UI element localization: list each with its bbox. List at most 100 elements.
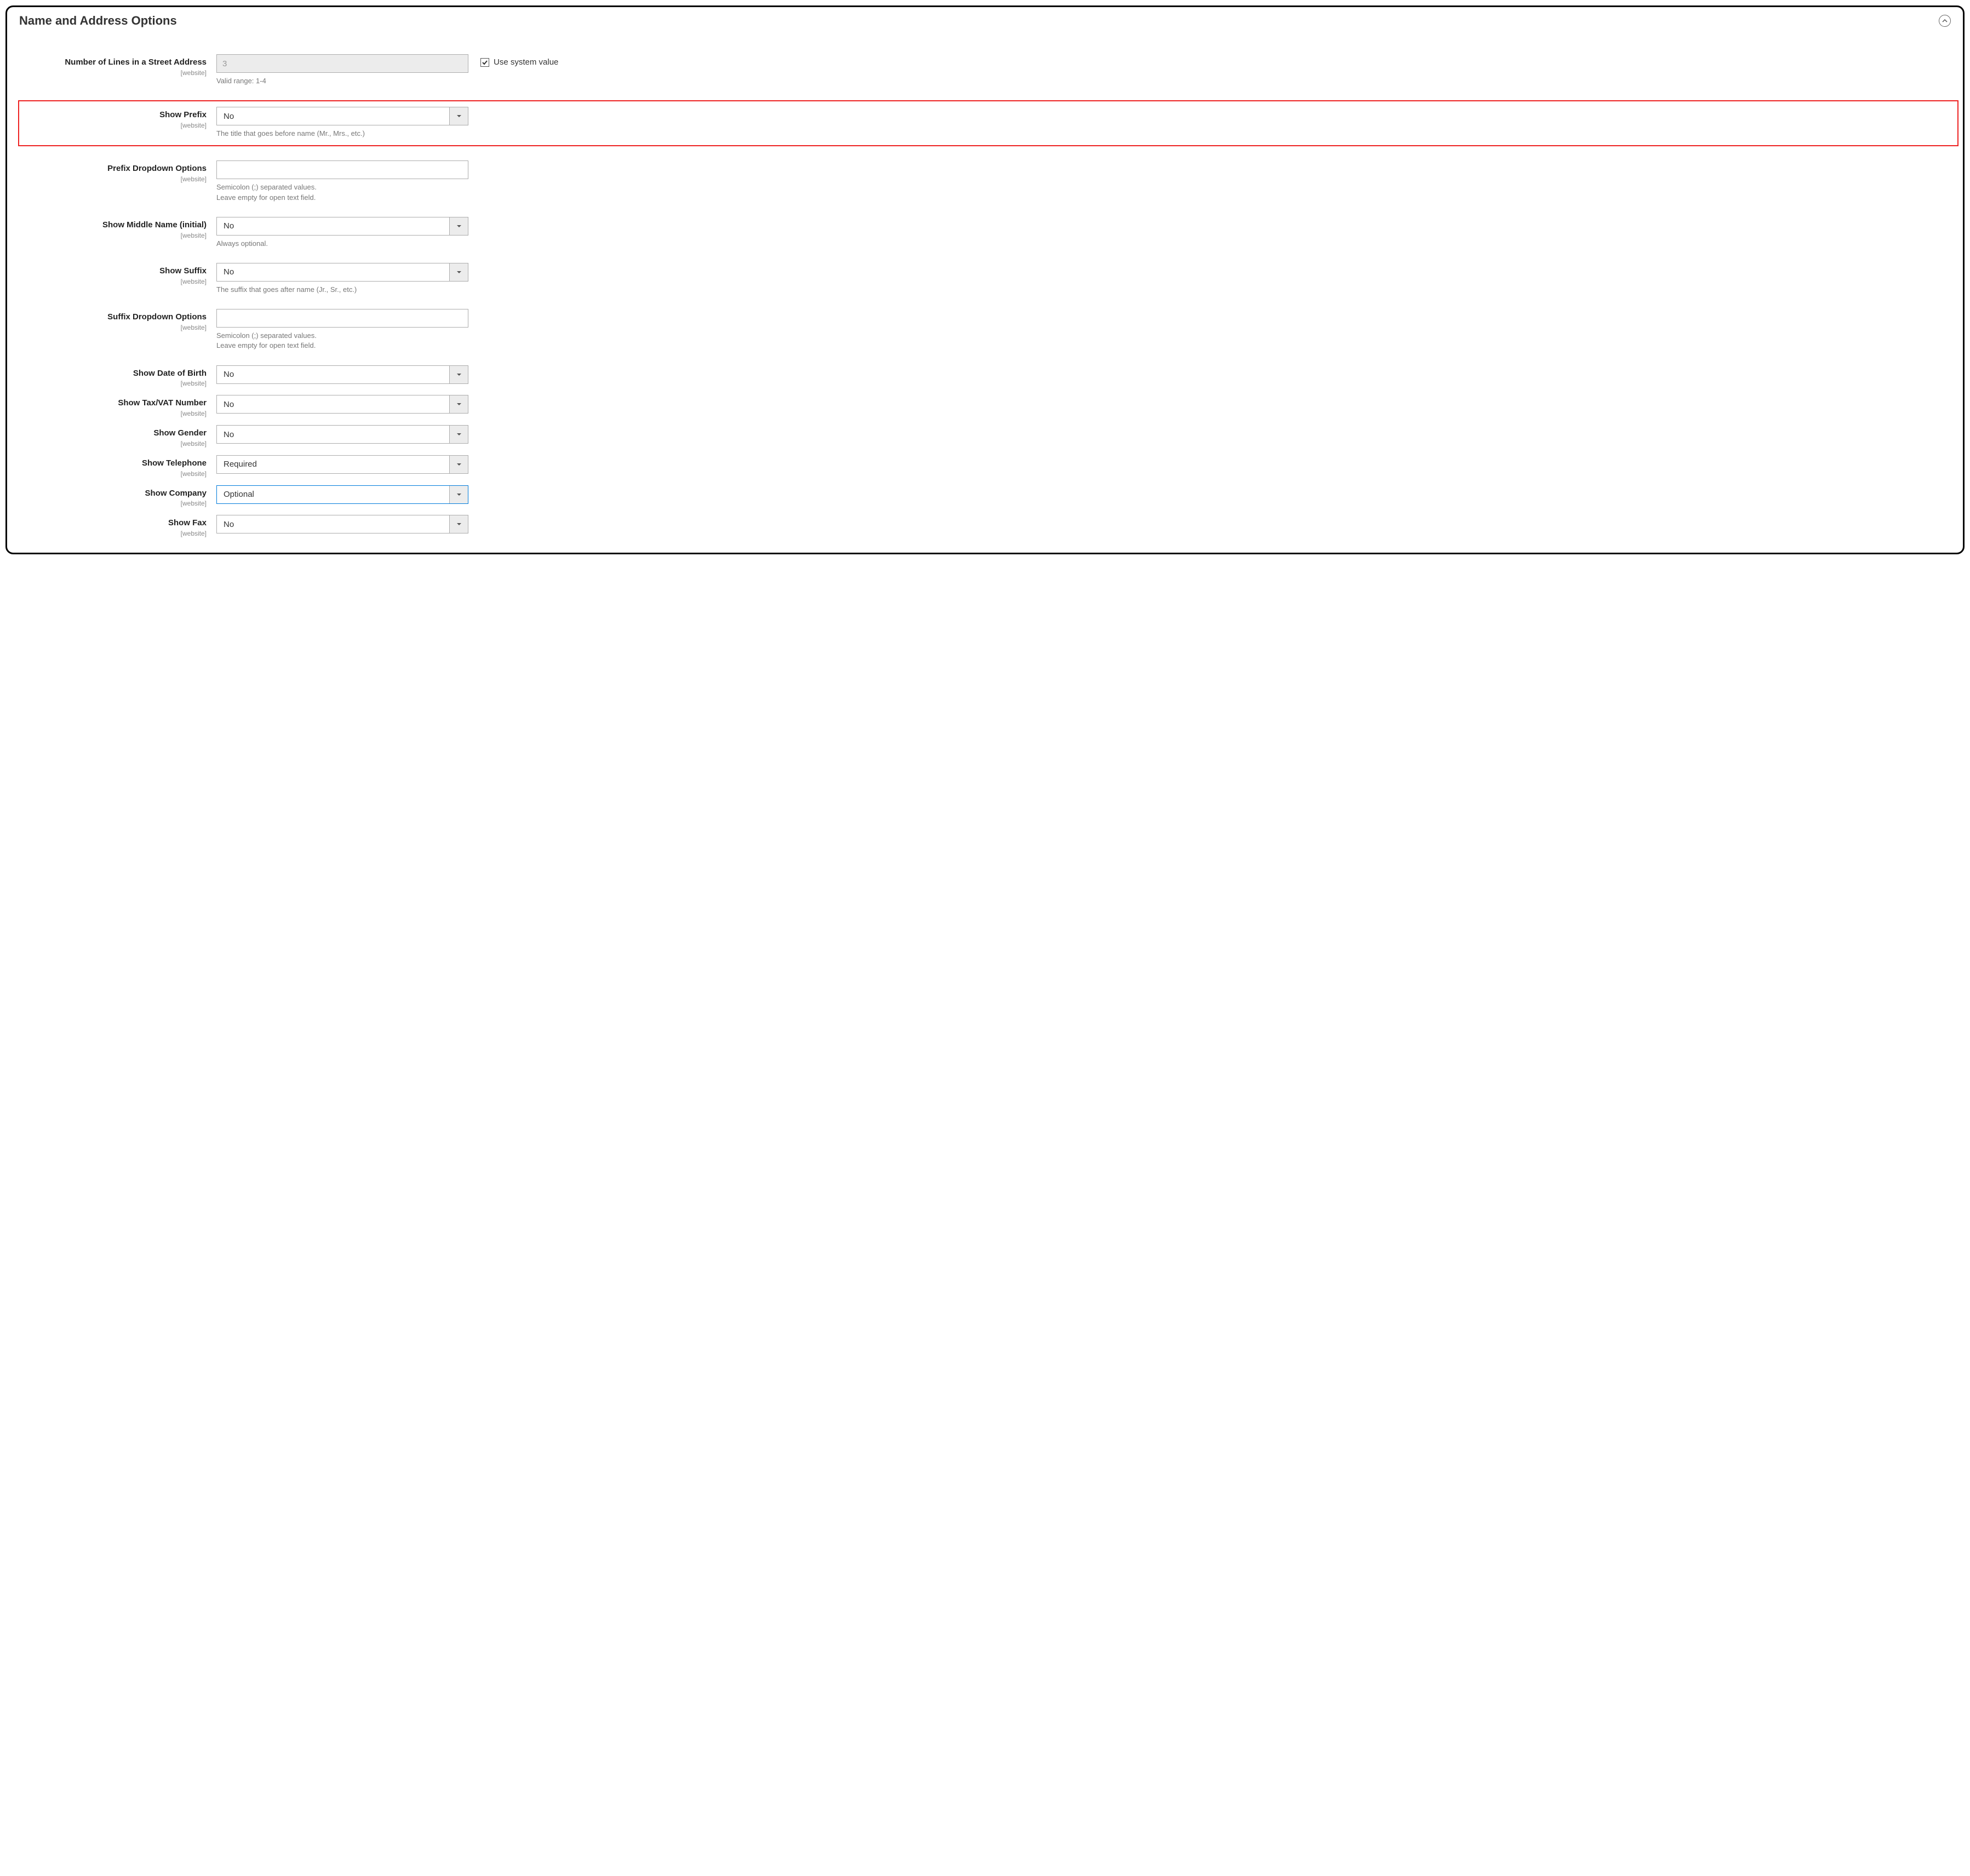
control-col: No — [216, 365, 468, 384]
control-col: Required — [216, 455, 468, 474]
show-suffix-select[interactable]: No — [216, 263, 468, 282]
row-show-telephone: Show Telephone [website] Required — [52, 455, 1951, 478]
show-dob-select[interactable]: No — [216, 365, 468, 384]
control-col: No — [216, 515, 468, 533]
caret-down-icon — [456, 462, 462, 467]
field-label: Suffix Dropdown Options — [52, 312, 207, 323]
show-taxvat-select[interactable]: No — [216, 395, 468, 414]
label-col: Suffix Dropdown Options [website] — [52, 309, 216, 331]
row-show-dob: Show Date of Birth [website] No — [52, 365, 1951, 388]
show-gender-select[interactable]: No — [216, 425, 468, 444]
helper-line-1: Semicolon (;) separated values. — [216, 183, 317, 191]
select-value: No — [217, 426, 449, 443]
label-col: Show Tax/VAT Number [website] — [52, 395, 216, 417]
helper-text: Always optional. — [216, 239, 468, 249]
show-telephone-select[interactable]: Required — [216, 455, 468, 474]
field-label: Show Suffix — [52, 266, 207, 277]
select-value: No — [217, 217, 449, 235]
helper-line-1: Semicolon (;) separated values. — [216, 331, 317, 340]
caret-down-icon — [456, 223, 462, 229]
suffix-options-input[interactable] — [216, 309, 468, 328]
select-handle — [449, 217, 468, 235]
select-value: No — [217, 395, 449, 413]
select-value: No — [217, 366, 449, 383]
row-show-company: Show Company [website] Optional — [52, 485, 1951, 508]
select-handle — [449, 456, 468, 473]
control-col: Valid range: 1-4 — [216, 54, 468, 86]
caret-down-icon — [456, 113, 462, 119]
row-show-suffix: Show Suffix [website] No The suffix that… — [52, 263, 1951, 295]
scope-label: [website] — [26, 122, 207, 129]
control-col: No The title that goes before name (Mr.,… — [216, 107, 468, 139]
select-value: Required — [217, 456, 449, 473]
field-label: Show Prefix — [26, 110, 207, 121]
select-handle — [449, 366, 468, 383]
select-value: No — [217, 263, 449, 281]
helper-line-2: Leave empty for open text field. — [216, 193, 316, 202]
scope-label: [website] — [52, 410, 207, 417]
show-company-select[interactable]: Optional — [216, 485, 468, 504]
panel-title: Name and Address Options — [19, 14, 177, 28]
street-lines-input — [216, 54, 468, 73]
show-fax-select[interactable]: No — [216, 515, 468, 533]
control-col: No Always optional. — [216, 217, 468, 249]
row-prefix-options: Prefix Dropdown Options [website] Semico… — [52, 160, 1951, 202]
scope-label: [website] — [52, 500, 207, 507]
field-label: Show Company — [52, 489, 207, 499]
caret-down-icon — [456, 521, 462, 527]
label-col: Show Suffix [website] — [52, 263, 216, 285]
caret-down-icon — [456, 269, 462, 275]
helper-line-2: Leave empty for open text field. — [216, 341, 316, 349]
field-label: Show Gender — [52, 428, 207, 439]
field-label: Show Fax — [52, 518, 207, 529]
row-show-taxvat: Show Tax/VAT Number [website] No — [52, 395, 1951, 417]
label-col: Show Fax [website] — [52, 515, 216, 537]
check-icon — [482, 59, 488, 66]
control-col: Optional — [216, 485, 468, 504]
caret-down-icon — [456, 432, 462, 437]
field-label: Show Date of Birth — [52, 369, 207, 379]
caret-down-icon — [456, 401, 462, 407]
label-col: Prefix Dropdown Options [website] — [52, 160, 216, 183]
row-street-lines: Number of Lines in a Street Address [web… — [52, 54, 1951, 86]
label-col: Show Telephone [website] — [52, 455, 216, 478]
label-col: Show Company [website] — [52, 485, 216, 508]
row-show-gender: Show Gender [website] No — [52, 425, 1951, 448]
prefix-options-input[interactable] — [216, 160, 468, 179]
use-system-value-label: Use system value — [494, 58, 558, 67]
control-col: No — [216, 395, 468, 414]
show-prefix-select[interactable]: No — [216, 107, 468, 125]
label-col: Show Middle Name (initial) [website] — [52, 217, 216, 239]
row-show-middle-name: Show Middle Name (initial) [website] No … — [52, 217, 1951, 249]
field-label: Show Middle Name (initial) — [52, 220, 207, 231]
label-col: Show Gender [website] — [52, 425, 216, 448]
extra-col: Use system value — [468, 54, 558, 67]
scope-label: [website] — [52, 530, 207, 537]
show-middle-name-select[interactable]: No — [216, 217, 468, 236]
row-suffix-options: Suffix Dropdown Options [website] Semico… — [52, 309, 1951, 351]
caret-down-icon — [456, 492, 462, 497]
collapse-toggle[interactable] — [1939, 15, 1951, 27]
select-value: Optional — [217, 486, 449, 503]
select-handle — [449, 263, 468, 281]
scope-label: [website] — [52, 440, 207, 448]
label-col: Show Date of Birth [website] — [52, 365, 216, 388]
panel-header: Name and Address Options — [19, 14, 1951, 28]
scope-label: [website] — [52, 232, 207, 239]
caret-down-icon — [456, 372, 462, 377]
control-col: No The suffix that goes after name (Jr.,… — [216, 263, 468, 295]
helper-text: Semicolon (;) separated values. Leave em… — [216, 182, 468, 202]
use-system-value-checkbox[interactable] — [480, 58, 489, 67]
highlight-show-prefix: Show Prefix [website] No The title that … — [18, 100, 1958, 146]
select-value: No — [217, 515, 449, 533]
field-label: Show Tax/VAT Number — [52, 398, 207, 409]
select-handle — [449, 395, 468, 413]
helper-text: Semicolon (;) separated values. Leave em… — [216, 331, 468, 351]
chevron-up-icon — [1942, 18, 1948, 24]
form-body: Number of Lines in a Street Address [web… — [19, 54, 1951, 537]
select-handle — [449, 107, 468, 125]
control-col: No — [216, 425, 468, 444]
select-handle — [449, 515, 468, 533]
scope-label: [website] — [52, 470, 207, 478]
helper-text: The title that goes before name (Mr., Mr… — [216, 129, 468, 139]
